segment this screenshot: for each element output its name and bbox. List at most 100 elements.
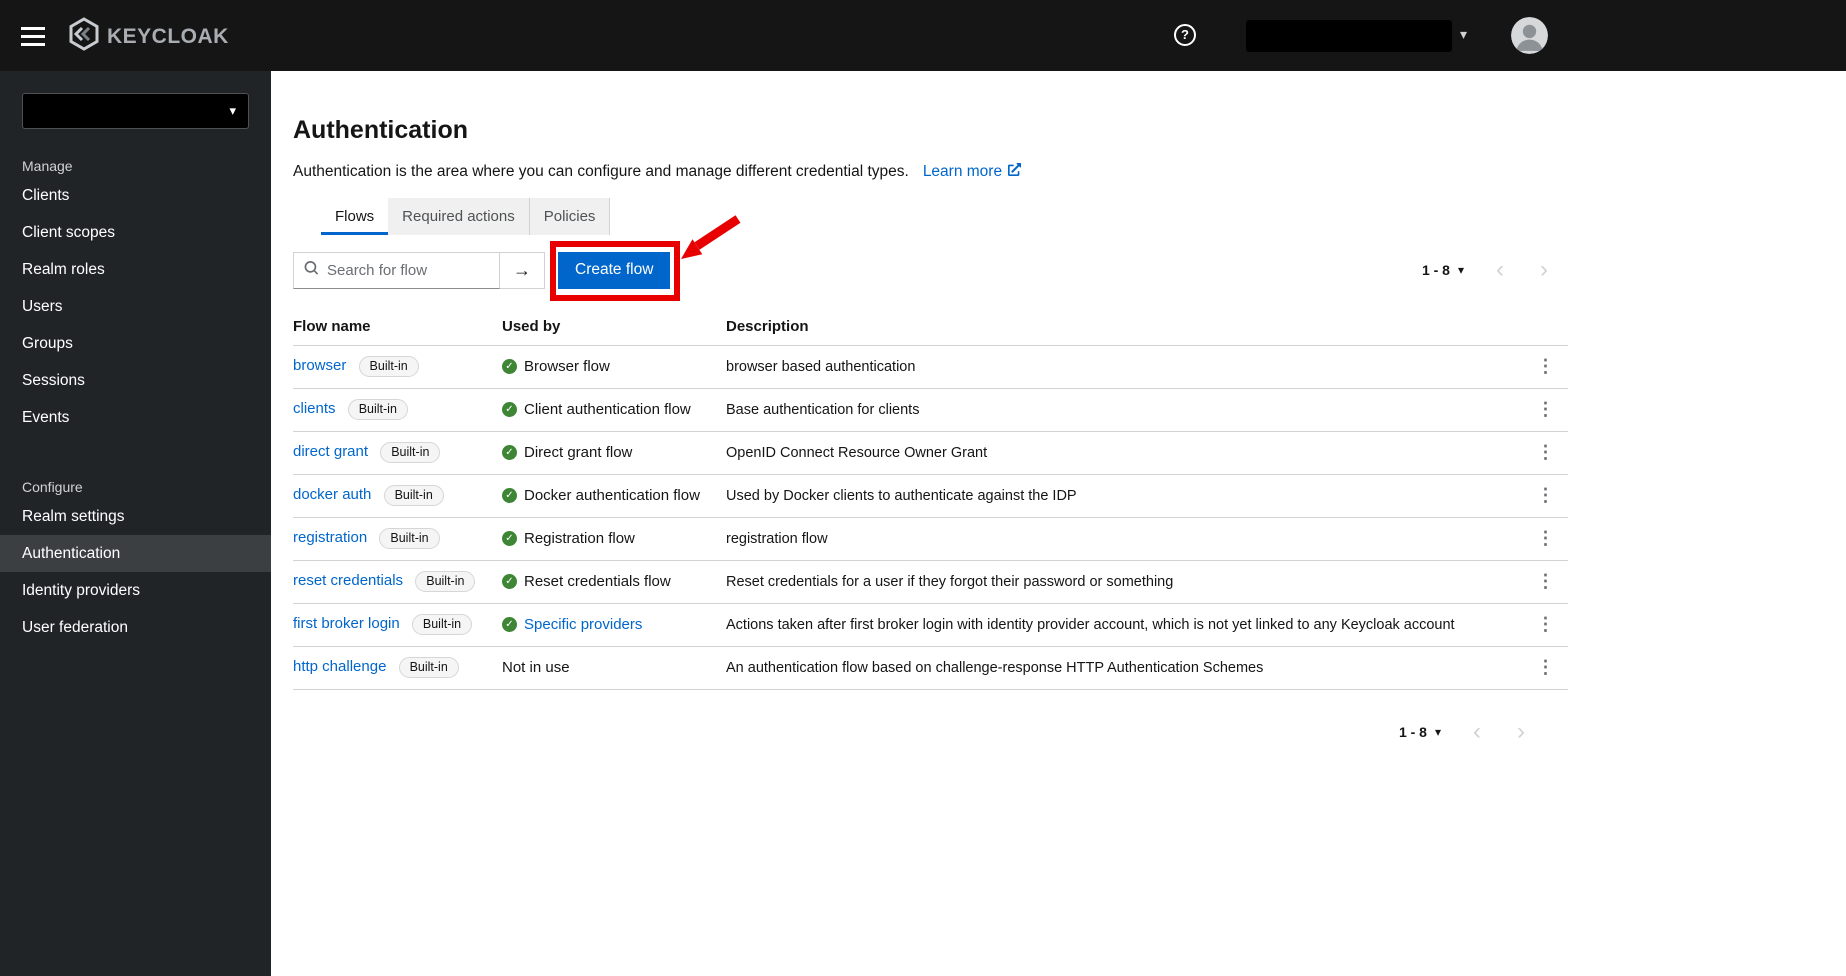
table-row: browser Built-in ✓ Browser flow browser … xyxy=(293,346,1568,389)
flow-name-link[interactable]: direct grant xyxy=(293,443,368,460)
table-body: browser Built-in ✓ Browser flow browser … xyxy=(293,346,1568,690)
flow-name-link[interactable]: registration xyxy=(293,529,367,546)
used-by-label: Not in use xyxy=(502,659,570,676)
description-cell: browser based authentication xyxy=(726,358,916,375)
pagination-caret-icon[interactable]: ▾ xyxy=(1435,725,1441,739)
built-in-badge: Built-in xyxy=(398,657,459,678)
pagination-range: 1 - 8 xyxy=(1398,723,1427,740)
search-submit-button[interactable]: → xyxy=(500,251,545,289)
section-label-manage: Manage xyxy=(22,158,73,174)
row-kebab-menu-button[interactable]: ⋮ xyxy=(1529,399,1563,420)
pagination-next-button[interactable]: › xyxy=(1540,258,1548,282)
sidebar-item-user-federation[interactable]: User federation xyxy=(0,609,271,646)
sidebar-item-authentication[interactable]: Authentication xyxy=(0,535,271,572)
sidebar-item-label: Sessions xyxy=(22,371,85,389)
row-kebab-menu-button[interactable]: ⋮ xyxy=(1529,442,1563,463)
used-by-cell: ✓ Specific providers xyxy=(502,616,726,633)
search-input[interactable] xyxy=(325,260,499,280)
description-cell: Reset credentials for a user if they for… xyxy=(726,573,1174,590)
table-row: registration Built-in ✓ Registration flo… xyxy=(293,518,1568,561)
used-by-label: Browser flow xyxy=(524,358,610,375)
sidebar-item-groups[interactable]: Groups xyxy=(0,325,271,362)
toolbar: → Create flow 1 - 8 ▾ ‹ › xyxy=(293,214,1568,301)
table-row: http challenge Built-in ✓ Not in use An … xyxy=(293,647,1568,690)
avatar[interactable] xyxy=(1511,17,1548,54)
keycloak-brand[interactable]: KEYCLOAK xyxy=(66,16,229,57)
flow-name-link[interactable]: first broker login xyxy=(293,615,400,632)
row-kebab-menu-button[interactable]: ⋮ xyxy=(1529,571,1563,592)
description-cell: Base authentication for clients xyxy=(726,401,920,418)
pagination-prev-button[interactable]: ‹ xyxy=(1473,719,1481,743)
description-cell: Used by Docker clients to authenticate a… xyxy=(726,487,1077,504)
tab-flows[interactable]: Flows xyxy=(321,197,389,235)
pagination-prev-button[interactable]: ‹ xyxy=(1496,258,1504,282)
sidebar-item-label: Client scopes xyxy=(22,223,116,241)
sidebar-item-label: Identity providers xyxy=(22,581,141,599)
pagination-caret-icon[interactable]: ▾ xyxy=(1458,263,1464,277)
search-icon xyxy=(304,260,319,280)
table-row: docker auth Built-in ✓ Docker authentica… xyxy=(293,475,1568,518)
create-flow-button[interactable]: Create flow xyxy=(558,251,671,289)
sidebar-item-sessions[interactable]: Sessions xyxy=(0,362,271,399)
used-by-cell: ✓ Client authentication flow xyxy=(502,401,726,418)
user-menu-caret-icon[interactable]: ▾ xyxy=(1460,26,1467,43)
top-pagination: 1 - 8 ▾ ‹ › xyxy=(1422,258,1568,282)
tab-policies[interactable]: Policies xyxy=(529,197,611,235)
built-in-badge: Built-in xyxy=(415,571,476,592)
used-by-label[interactable]: Specific providers xyxy=(524,616,642,633)
redacted-username[interactable] xyxy=(1246,20,1452,52)
learn-more-link[interactable]: Learn more xyxy=(922,162,1022,181)
flow-name-link[interactable]: docker auth xyxy=(293,486,371,503)
sidebar-item-realm-settings[interactable]: Realm settings xyxy=(0,498,271,535)
hamburger-menu-button[interactable] xyxy=(21,27,45,46)
used-by-label: Reset credentials flow xyxy=(524,573,671,590)
row-kebab-menu-button[interactable]: ⋮ xyxy=(1529,657,1563,678)
main-content: Authentication Authentication is the are… xyxy=(271,71,1568,743)
check-circle-icon: ✓ xyxy=(502,531,517,546)
used-by-cell: ✓ Docker authentication flow xyxy=(502,487,726,504)
pagination-next-button[interactable]: › xyxy=(1517,719,1525,743)
masthead: KEYCLOAK ? ▾ xyxy=(0,0,1846,71)
column-flow-name: Flow name xyxy=(293,317,371,335)
sidebar-item-client-scopes[interactable]: Client scopes xyxy=(0,214,271,251)
built-in-badge: Built-in xyxy=(380,442,441,463)
table-row: reset credentials Built-in ✓ Reset crede… xyxy=(293,561,1568,604)
flow-name-link[interactable]: http challenge xyxy=(293,658,386,675)
row-kebab-menu-button[interactable]: ⋮ xyxy=(1529,485,1563,506)
sidebar-item-users[interactable]: Users xyxy=(0,288,271,325)
row-kebab-menu-button[interactable]: ⋮ xyxy=(1529,356,1563,377)
check-circle-icon: ✓ xyxy=(502,402,517,417)
built-in-badge: Built-in xyxy=(411,614,473,635)
check-circle-icon: ✓ xyxy=(502,488,517,503)
keycloak-logo-icon xyxy=(66,16,102,57)
row-kebab-menu-button[interactable]: ⋮ xyxy=(1529,614,1563,635)
used-by-cell: ✓ Registration flow xyxy=(502,530,726,547)
row-kebab-menu-button[interactable]: ⋮ xyxy=(1529,528,1563,549)
help-icon[interactable]: ? xyxy=(1174,24,1196,46)
learn-more-label: Learn more xyxy=(922,162,1003,180)
flow-name-cell: clients Built-in xyxy=(293,399,502,420)
used-by-label: Docker authentication flow xyxy=(524,487,700,504)
sidebar-item-realm-roles[interactable]: Realm roles xyxy=(0,251,271,288)
description-cell: registration flow xyxy=(726,530,828,547)
external-link-icon xyxy=(1008,162,1022,181)
built-in-badge: Built-in xyxy=(347,399,408,420)
flow-name-link[interactable]: clients xyxy=(293,400,336,417)
flow-name-link[interactable]: reset credentials xyxy=(293,572,403,589)
page-title: Authentication xyxy=(293,115,468,144)
flow-name-link[interactable]: browser xyxy=(293,357,346,374)
used-by-label: Direct grant flow xyxy=(524,444,633,461)
flow-name-cell: browser Built-in xyxy=(293,356,502,377)
description-cell: Actions taken after first broker login w… xyxy=(726,616,1455,633)
tab-required-actions[interactable]: Required actions xyxy=(388,197,530,235)
sidebar-item-events[interactable]: Events xyxy=(0,399,271,436)
flow-name-cell: http challenge Built-in xyxy=(293,657,502,678)
column-description: Description xyxy=(726,317,809,335)
sidebar-item-identity-providers[interactable]: Identity providers xyxy=(0,572,271,609)
page-subtitle: Authentication is the area where you can… xyxy=(293,162,909,180)
sidebar-item-clients[interactable]: Clients xyxy=(0,177,271,214)
realm-caret-icon: ▾ xyxy=(229,103,236,118)
used-by-label: Client authentication flow xyxy=(524,401,691,418)
sidebar-section-manage: Manage Clients Client scopes Realm roles… xyxy=(0,155,271,436)
realm-selector[interactable]: ▾ xyxy=(22,93,249,129)
